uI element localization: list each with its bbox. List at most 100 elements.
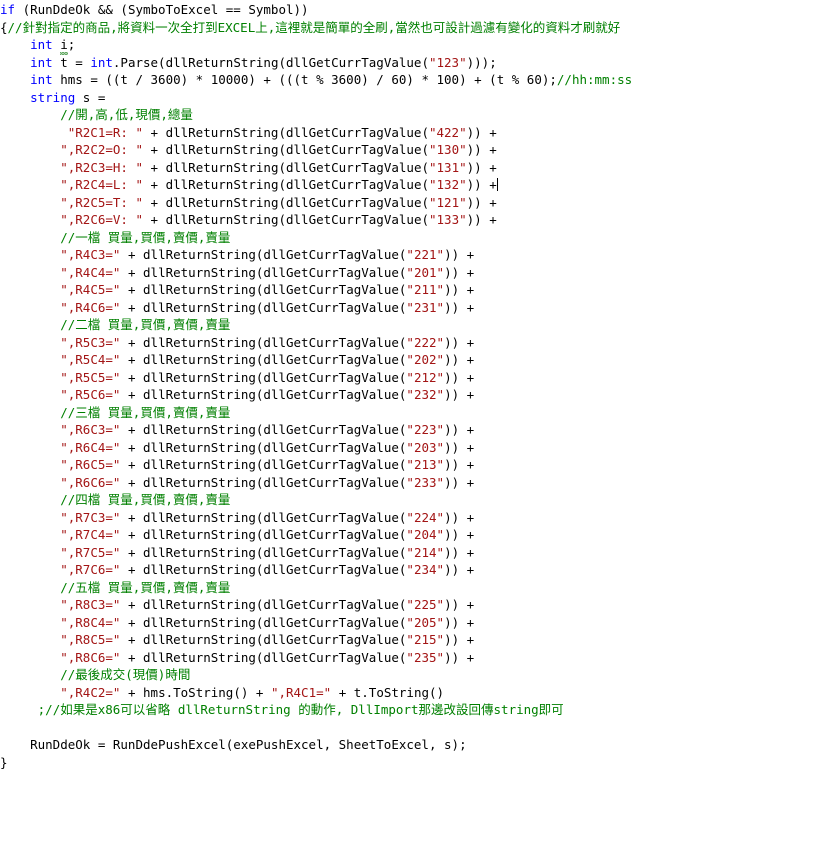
code-content[interactable]: if (RunDdeOk && (SymboToExcel == Symbol)…	[0, 0, 833, 771]
token-string: "131"	[429, 159, 467, 175]
token-plain: + dllReturnString(dllGetCurrTagValue(	[120, 562, 407, 577]
token-comment: //最後成交(現價)時間	[60, 667, 191, 682]
code-line[interactable]: ",R4C4=" + dllReturnString(dllGetCurrTag…	[0, 264, 833, 282]
token-string: "223"	[406, 422, 445, 437]
code-line[interactable]: string s =	[0, 89, 833, 107]
token-plain: + hms.ToString() +	[120, 684, 271, 700]
code-line[interactable]: ",R4C3=" + dllReturnString(dllGetCurrTag…	[0, 246, 833, 264]
code-line[interactable]: ;//如果是x86可以省略 dllReturnString 的動作, DllIm…	[0, 701, 833, 719]
token-comment: //三檔 買量,買價,賣價,賣量	[60, 404, 231, 420]
token-string: "221"	[406, 247, 445, 262]
token-string: ",R5C5="	[60, 369, 121, 385]
token-plain: + dllReturnString(dllGetCurrTagValue(	[120, 299, 407, 315]
code-line[interactable]: {//針對指定的商品,將資料一次全打到EXCEL上,這裡就是簡單的全刷,當然也可…	[0, 19, 833, 37]
code-line[interactable]: ",R2C4=L: " + dllReturnString(dllGetCurr…	[0, 176, 833, 194]
code-line[interactable]: //最後成交(現價)時間	[0, 666, 833, 684]
token-string: "212"	[406, 369, 445, 385]
token-plain: + dllReturnString(dllGetCurrTagValue(	[143, 124, 429, 140]
code-line[interactable]: //開,高,低,現價,總量	[0, 106, 833, 124]
code-line[interactable]: int t = int.Parse(dllReturnString(dllGet…	[0, 54, 833, 72]
token-plain: )) +	[444, 597, 475, 612]
token-string: ",R4C4="	[60, 264, 121, 280]
token-plain: )) +	[444, 334, 475, 350]
token-plain: + dllReturnString(dllGetCurrTagValue(	[143, 177, 429, 192]
token-keyword: int	[90, 54, 113, 70]
code-line[interactable]: ",R2C2=O: " + dllReturnString(dllGetCurr…	[0, 141, 833, 159]
code-line[interactable]: ",R5C5=" + dllReturnString(dllGetCurrTag…	[0, 369, 833, 387]
token-comment: //四檔 買量,買價,賣價,賣量	[60, 492, 231, 507]
code-line[interactable]: ",R7C3=" + dllReturnString(dllGetCurrTag…	[0, 509, 833, 527]
code-line[interactable]: ",R7C6=" + dllReturnString(dllGetCurrTag…	[0, 561, 833, 579]
code-line[interactable]: ",R8C4=" + dllReturnString(dllGetCurrTag…	[0, 614, 833, 632]
token-string: "224"	[406, 509, 445, 525]
text-caret	[496, 178, 498, 191]
code-line[interactable]: //五檔 買量,買價,賣價,賣量	[0, 579, 833, 597]
unused-variable-squiggle: i	[60, 37, 68, 54]
code-line[interactable]: ",R4C2=" + hms.ToString() + ",R4C1=" + t…	[0, 684, 833, 702]
token-plain: )) +	[444, 527, 475, 542]
token-plain: }	[0, 754, 8, 770]
token-string: ",R7C6="	[60, 562, 121, 577]
code-line[interactable]: ",R5C4=" + dllReturnString(dllGetCurrTag…	[0, 351, 833, 369]
code-line[interactable]: ",R6C6=" + dllReturnString(dllGetCurrTag…	[0, 474, 833, 492]
token-string: "211"	[406, 282, 445, 297]
code-line[interactable]: ",R6C4=" + dllReturnString(dllGetCurrTag…	[0, 439, 833, 457]
code-line[interactable]: ",R2C5=T: " + dllReturnString(dllGetCurr…	[0, 194, 833, 212]
code-line[interactable]: ",R6C3=" + dllReturnString(dllGetCurrTag…	[0, 421, 833, 439]
code-editor-surface[interactable]: if (RunDdeOk && (SymboToExcel == Symbol)…	[0, 0, 833, 850]
token-plain: + dllReturnString(dllGetCurrTagValue(	[120, 334, 407, 350]
token-string: "222"	[406, 334, 445, 350]
code-line[interactable]: ",R2C3=H: " + dllReturnString(dllGetCurr…	[0, 159, 833, 177]
code-line[interactable]: ",R8C3=" + dllReturnString(dllGetCurrTag…	[0, 596, 833, 614]
token-plain: )));	[466, 54, 497, 70]
token-plain: )) +	[444, 369, 475, 385]
code-line[interactable]: int hms = ((t / 3600) * 10000) + (((t % …	[0, 71, 833, 89]
token-plain: + dllReturnString(dllGetCurrTagValue(	[120, 422, 407, 437]
token-plain: + dllReturnString(dllGetCurrTagValue(	[120, 439, 407, 455]
code-line[interactable]: }	[0, 754, 833, 772]
token-plain: + dllReturnString(dllGetCurrTagValue(	[143, 159, 429, 175]
token-plain: )) +	[466, 212, 497, 227]
token-string: "133"	[429, 212, 467, 227]
code-line[interactable]: ",R8C5=" + dllReturnString(dllGetCurrTag…	[0, 631, 833, 649]
code-line[interactable]: //一檔 買量,買價,賣價,賣量	[0, 229, 833, 247]
token-string: "203"	[406, 439, 445, 455]
code-line[interactable]: ",R7C5=" + dllReturnString(dllGetCurrTag…	[0, 544, 833, 562]
token-plain: + dllReturnString(dllGetCurrTagValue(	[120, 474, 407, 490]
code-line[interactable]: "R2C1=R: " + dllReturnString(dllGetCurrT…	[0, 124, 833, 142]
code-line[interactable]: ",R5C6=" + dllReturnString(dllGetCurrTag…	[0, 386, 833, 404]
code-line[interactable]	[0, 719, 833, 737]
token-comment: //針對指定的商品,將資料一次全打到EXCEL上,這裡就是簡單的全刷,當然也可設…	[7, 19, 621, 35]
code-line[interactable]: ",R8C6=" + dllReturnString(dllGetCurrTag…	[0, 649, 833, 667]
token-string: "213"	[406, 457, 445, 472]
code-line[interactable]: ",R2C6=V: " + dllReturnString(dllGetCurr…	[0, 211, 833, 229]
token-string: "202"	[406, 352, 445, 367]
code-line[interactable]: ",R5C3=" + dllReturnString(dllGetCurrTag…	[0, 334, 833, 352]
code-line[interactable]: ",R6C5=" + dllReturnString(dllGetCurrTag…	[0, 456, 833, 474]
code-line[interactable]: if (RunDdeOk && (SymboToExcel == Symbol)…	[0, 0, 833, 19]
code-line[interactable]: ",R4C6=" + dllReturnString(dllGetCurrTag…	[0, 299, 833, 317]
token-plain: )) +	[444, 562, 475, 577]
token-string: ",R2C5=T: "	[60, 194, 144, 210]
code-line[interactable]: //四檔 買量,買價,賣價,賣量	[0, 491, 833, 509]
code-line[interactable]: //二檔 買量,買價,賣價,賣量	[0, 316, 833, 334]
code-line[interactable]: int i;	[0, 36, 833, 54]
code-line[interactable]: RunDdeOk = RunDdePushExcel(exePushExcel,…	[0, 736, 833, 754]
token-plain: + dllReturnString(dllGetCurrTagValue(	[120, 614, 407, 630]
code-line[interactable]: //三檔 買量,買價,賣價,賣量	[0, 404, 833, 422]
code-line[interactable]: ",R4C5=" + dllReturnString(dllGetCurrTag…	[0, 281, 833, 299]
code-line[interactable]: ",R7C4=" + dllReturnString(dllGetCurrTag…	[0, 526, 833, 544]
